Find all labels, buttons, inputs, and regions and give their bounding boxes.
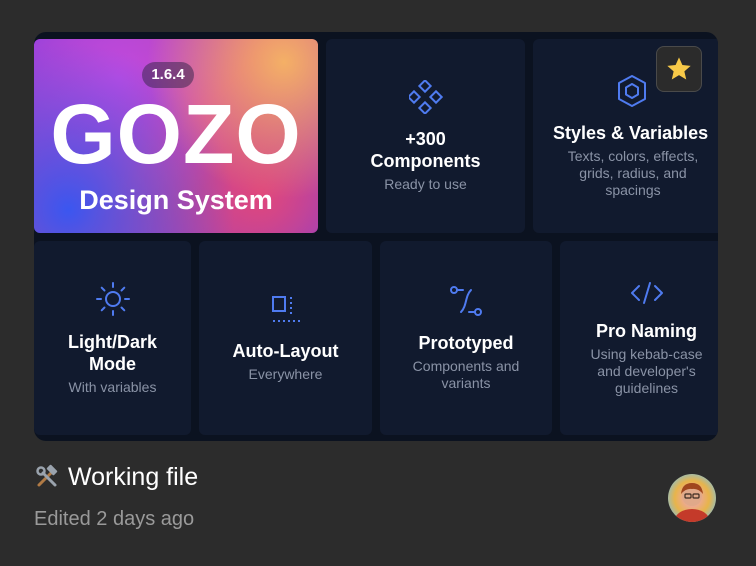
edited-timestamp: Edited 2 days ago <box>34 508 195 530</box>
styles-subtitle-line2: grids, radius, and <box>579 164 687 181</box>
light-dark-title-line1: Light/Dark <box>67 331 157 352</box>
user-avatar-image <box>668 474 716 522</box>
star-icon <box>667 57 691 80</box>
styles-subtitle-line1: Texts, colors, effects, <box>567 147 699 164</box>
prototyped-subtitle-line2: variants <box>441 375 491 391</box>
cube-icon <box>618 74 646 107</box>
pro-naming-title: Pro Naming <box>595 320 697 341</box>
prototyped-subtitle-line1: Components and <box>412 358 520 374</box>
version-badge: 1.6.4 <box>142 62 194 88</box>
file-name: Working file <box>68 463 199 491</box>
code-icon <box>630 281 663 304</box>
components-icon <box>408 79 443 114</box>
pro-naming-subtitle-line2: and developer's <box>597 362 696 379</box>
auto-layout-title: Auto-Layout <box>232 340 339 361</box>
pro-naming-card: Pro Naming Using kebab-case and develope… <box>560 241 718 435</box>
auto-layout-card: Auto-Layout Everywhere <box>199 241 372 435</box>
auto-layout-icon <box>271 295 300 322</box>
prototyped-card: Prototyped Components and variants <box>380 241 552 435</box>
components-title-line2: Components <box>370 150 481 171</box>
components-title-line1: +300 <box>405 128 446 149</box>
light-dark-title-line2: Mode <box>89 353 136 374</box>
favorite-star-button[interactable] <box>656 46 702 92</box>
light-dark-subtitle: With variables <box>68 378 157 395</box>
avatar[interactable] <box>668 474 716 522</box>
hammer-wrench-icon <box>36 464 58 487</box>
file-thumbnail[interactable]: 1.6.4 GOZO Design System +300 Components… <box>34 32 718 441</box>
styles-title: Styles & Variables <box>553 122 709 143</box>
pro-naming-subtitle-line1: Using kebab-case <box>590 345 703 362</box>
auto-layout-subtitle: Everywhere <box>248 365 323 382</box>
components-card: +300 Components Ready to use <box>326 39 525 233</box>
hero-title: GOZO <box>50 87 302 181</box>
sun-icon <box>95 281 130 316</box>
hero-banner: 1.6.4 GOZO Design System <box>34 39 318 233</box>
prototyped-title: Prototyped <box>418 333 514 353</box>
light-dark-card: Light/Dark Mode With variables <box>34 241 191 435</box>
styles-subtitle-line3: spacings <box>605 181 661 198</box>
file-title[interactable]: Working file <box>34 462 198 492</box>
pro-naming-subtitle-line3: guidelines <box>614 379 679 396</box>
components-subtitle: Ready to use <box>384 175 467 192</box>
prototype-path-icon <box>450 286 482 316</box>
hero-subtitle: Design System <box>79 185 273 215</box>
